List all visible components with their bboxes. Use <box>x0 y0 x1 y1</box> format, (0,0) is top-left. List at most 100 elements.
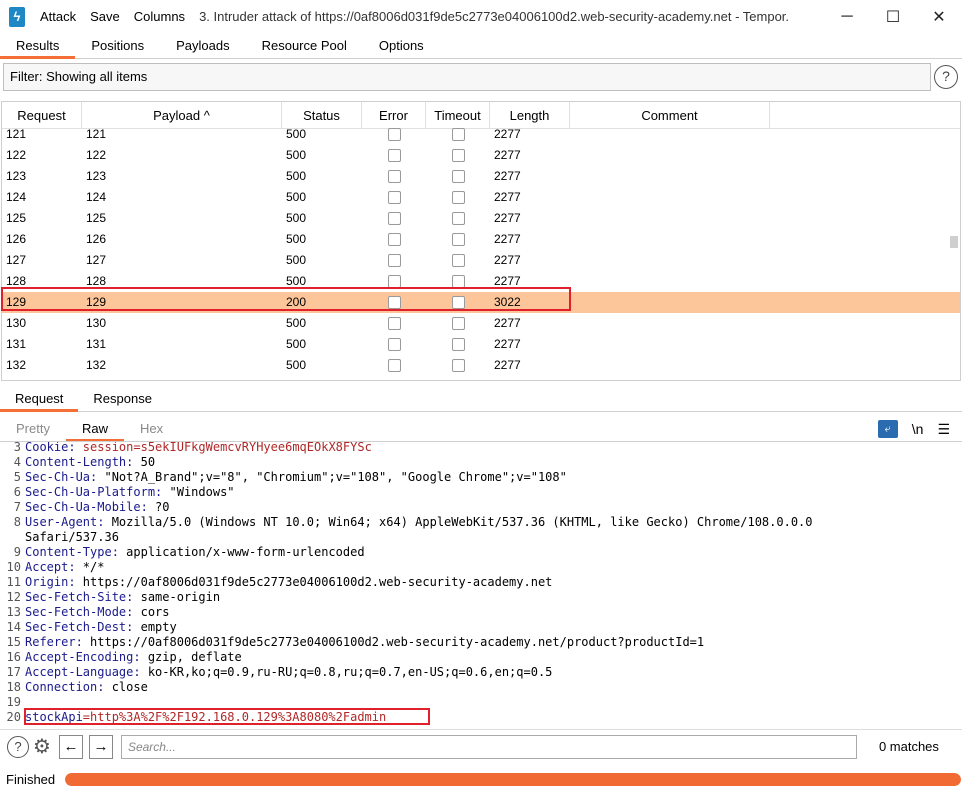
request-editor[interactable]: 3 Cookie: session=s5ekIUFkgWemcvRYHyee6mq… <box>0 442 962 726</box>
cell-timeout <box>426 334 490 355</box>
code-line: 6 Sec-Ch-Ua-Platform: "Windows" <box>0 485 962 500</box>
cell-payload: 125 <box>86 211 107 225</box>
hamburger-menu-icon[interactable]: ☰ <box>937 421 950 438</box>
line-number: 3 <box>13 442 21 454</box>
header-key: Sec-Ch-Ua-Mobile: <box>25 500 148 514</box>
line-content: Accept: */* <box>24 560 104 575</box>
cell-error <box>362 334 426 355</box>
line-content: Sec-Ch-Ua: "Not?A_Brand";v="8", "Chromiu… <box>24 470 567 485</box>
code-line: 10 Accept: */* <box>0 560 962 575</box>
cell-comment[interactable] <box>570 145 770 166</box>
checkbox <box>387 191 401 204</box>
cell-comment[interactable] <box>570 166 770 187</box>
table-row[interactable]: 125 125 500 2277 <box>2 208 960 229</box>
progress-bar <box>65 773 961 786</box>
highlight-box-row-129 <box>1 287 571 311</box>
tab-results[interactable]: Results <box>0 33 76 59</box>
maximize-icon[interactable]: ☐ <box>870 0 916 33</box>
checkbox <box>451 317 465 330</box>
message-tabs: Request Response <box>0 386 962 412</box>
menu-attack[interactable]: Attack <box>40 9 76 24</box>
cell-status: 500 <box>286 169 307 183</box>
tab-payloads[interactable]: Payloads <box>160 33 245 59</box>
header-value: ko-KR,ko;q=0.9,ru-RU;q=0.8,ru;q=0.7,en-U… <box>140 665 553 679</box>
cell-comment[interactable] <box>570 250 770 271</box>
help-icon[interactable]: ? <box>7 735 29 758</box>
header-value: "Not?A_Brand";v="8", "Chromium";v="108",… <box>97 470 567 484</box>
line-number: 13 <box>6 605 21 619</box>
header-key: Accept-Language: <box>25 665 141 679</box>
tab-raw[interactable]: Raw <box>65 418 124 441</box>
table-row[interactable]: 130 130 500 2277 <box>2 313 960 334</box>
checkbox <box>387 128 401 141</box>
cell-length: 2277 <box>494 211 521 225</box>
line-content: Cookie: session=s5ekIUFkgWemcvRYHyee6mqE… <box>24 442 372 455</box>
table-row[interactable]: 124 124 500 2277 <box>2 187 960 208</box>
cell-comment[interactable] <box>570 292 770 313</box>
cell-request: 131 <box>6 337 27 351</box>
cell-payload: 123 <box>86 169 107 183</box>
line-number: 20 <box>6 710 21 724</box>
cell-comment[interactable] <box>570 355 770 376</box>
cell-comment[interactable] <box>570 313 770 334</box>
tab-response[interactable]: Response <box>78 386 167 412</box>
code-line: 14 Sec-Fetch-Dest: empty <box>0 620 962 635</box>
table-row[interactable]: 123 123 500 2277 <box>2 166 960 187</box>
search-input[interactable]: Search... <box>120 734 857 759</box>
line-content: Sec-Ch-Ua-Platform: "Windows" <box>24 485 235 500</box>
tab-pretty[interactable]: Pretty <box>0 418 66 441</box>
highlight-box-stockapi <box>24 708 430 725</box>
cell-status: 500 <box>286 190 307 204</box>
cell-comment[interactable] <box>570 229 770 250</box>
cell-status: 500 <box>286 358 307 372</box>
table-row[interactable]: 127 127 500 2277 <box>2 250 960 271</box>
tab-hex[interactable]: Hex <box>124 418 179 441</box>
filter-bar[interactable]: Filter: Showing all items <box>3 63 931 91</box>
line-number: 19 <box>6 695 21 709</box>
forward-arrow-icon[interactable]: → <box>88 734 113 759</box>
tab-request[interactable]: Request <box>0 386 79 412</box>
table-row[interactable]: 132 132 500 2277 <box>2 355 960 376</box>
table-row[interactable]: 122 122 500 2277 <box>2 145 960 166</box>
cell-timeout <box>426 145 490 166</box>
minimize-icon[interactable]: ─ <box>824 0 870 33</box>
line-number: 9 <box>13 545 21 559</box>
cell-error <box>362 208 426 229</box>
back-arrow-icon[interactable]: ← <box>58 734 83 759</box>
cell-request: 123 <box>6 169 27 183</box>
table-row[interactable]: 131 131 500 2277 <box>2 334 960 355</box>
newline-icon[interactable]: \n <box>912 421 924 437</box>
cell-comment[interactable] <box>570 208 770 229</box>
cell-comment[interactable] <box>570 187 770 208</box>
checkbox <box>451 212 465 225</box>
cell-payload: 122 <box>86 148 107 162</box>
cell-payload: 130 <box>86 316 107 330</box>
line-content: Referer: https://0af8006d031f9de5c2773e0… <box>24 635 704 650</box>
header-value: ?0 <box>147 500 170 514</box>
checkbox <box>451 359 465 372</box>
code-line: 8 User-Agent: Mozilla/5.0 (Windows NT 10.… <box>0 515 962 530</box>
cell-comment[interactable] <box>570 271 770 292</box>
tab-options[interactable]: Options <box>363 33 440 59</box>
cell-comment[interactable] <box>570 124 770 145</box>
cell-comment[interactable] <box>570 334 770 355</box>
gear-icon[interactable]: ⚙ <box>33 734 51 759</box>
tab-positions[interactable]: Positions <box>75 33 160 59</box>
checkbox <box>451 338 465 351</box>
header-value: close <box>104 680 148 694</box>
close-icon[interactable]: ✕ <box>916 0 962 33</box>
menu-columns[interactable]: Columns <box>134 9 185 24</box>
tab-resource-pool[interactable]: Resource Pool <box>246 33 363 59</box>
table-row[interactable]: 126 126 500 2277 <box>2 229 960 250</box>
menu-save[interactable]: Save <box>90 9 120 24</box>
checkbox <box>387 317 401 330</box>
line-content: Content-Length: 50 <box>24 455 155 470</box>
table-row[interactable]: 121 121 500 2277 <box>2 124 960 145</box>
header-value: cors <box>133 605 170 619</box>
line-number: 15 <box>6 635 21 649</box>
cell-status: 500 <box>286 148 307 162</box>
table-scrollbar[interactable] <box>950 236 958 248</box>
help-icon[interactable]: ? <box>934 65 958 89</box>
title-bar: ϟ Attack Save Columns 3. Intruder attack… <box>0 0 962 33</box>
wrap-lines-icon[interactable]: ⤶ <box>877 420 898 438</box>
